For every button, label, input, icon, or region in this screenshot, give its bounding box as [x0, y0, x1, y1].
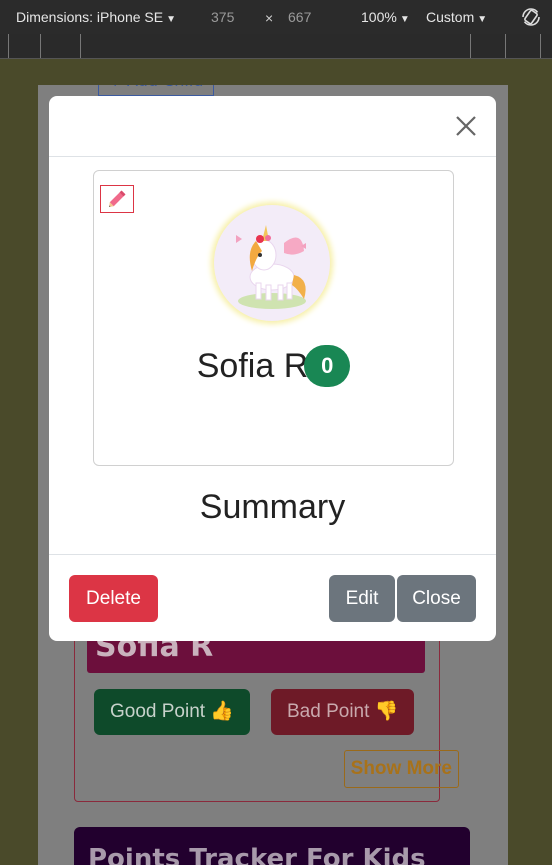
profile-card: Sofia R0	[93, 170, 454, 466]
edit-button[interactable]: Edit	[329, 575, 395, 622]
height-input[interactable]: 667	[288, 9, 311, 25]
child-modal: Sofia R0 Summary Delete Edit Close	[49, 96, 496, 641]
caret-down-icon: ▼	[477, 14, 488, 25]
rotate-icon[interactable]	[520, 6, 542, 28]
device-selector[interactable]: Dimensions: iPhone SE ▼	[16, 9, 176, 25]
media-query-ruler	[0, 34, 552, 59]
caret-down-icon: ▼	[399, 14, 410, 25]
child-name: Sofia R	[196, 347, 309, 385]
delete-button[interactable]: Delete	[69, 575, 158, 622]
close-button[interactable]: Close	[397, 575, 476, 622]
summary-heading: Summary	[199, 488, 346, 526]
caret-down-icon: ▼	[166, 14, 176, 25]
zoom-selector[interactable]: 100% ▼	[361, 9, 410, 25]
close-icon[interactable]	[454, 114, 478, 138]
unicorn-avatar	[214, 205, 330, 321]
bad-point-button: Bad Point 👎	[271, 689, 415, 735]
modal-header	[49, 96, 496, 157]
pencil-icon	[109, 190, 126, 207]
times-sign: ×	[265, 10, 274, 26]
throttle-label: Custom	[426, 9, 475, 25]
throttle-selector[interactable]: Custom ▼	[426, 9, 487, 25]
edit-avatar-button[interactable]	[100, 185, 134, 213]
points-badge: 0	[304, 345, 351, 388]
modal-footer: Delete Edit Close	[49, 554, 496, 642]
devtools-toolbar: Dimensions: iPhone SE ▼ 375 × 667 100% ▼ C…	[0, 0, 552, 34]
tracker-title: Points Tracker For Kids	[74, 827, 470, 865]
show-more-button: Show More	[343, 750, 459, 788]
child-name-row: Sofia R0	[94, 345, 453, 389]
good-point-button: Good Point 👍	[94, 689, 251, 735]
unicorn-icon	[236, 225, 306, 309]
device-label: Dimensions: iPhone SE	[16, 9, 164, 25]
zoom-label: 100%	[361, 9, 397, 25]
add-child-button: + Add Child	[98, 85, 214, 96]
width-input[interactable]: 375	[211, 9, 234, 25]
